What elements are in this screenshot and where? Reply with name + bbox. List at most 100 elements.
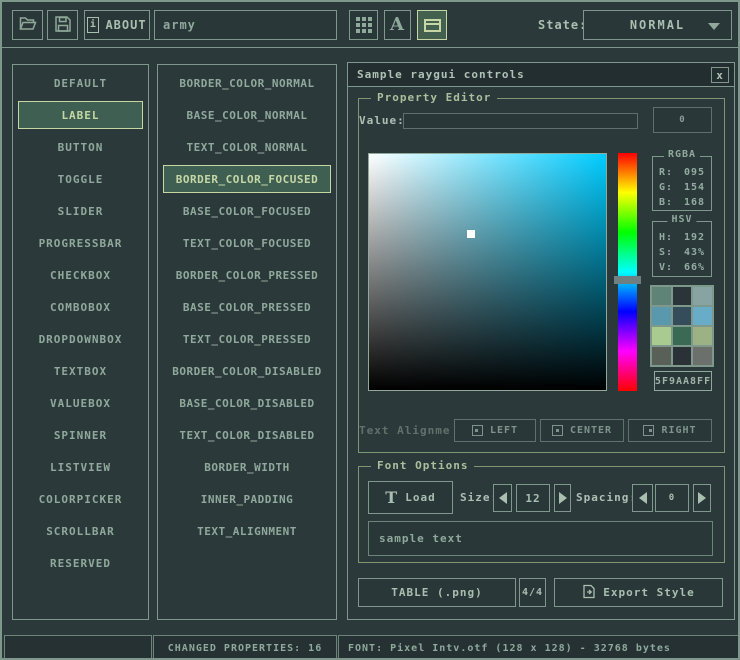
toolbar: i ABOUT A State: NORMAL [2, 2, 738, 48]
hsv-v-row: V: 66% [653, 260, 711, 275]
controls-list-item[interactable]: BUTTON [18, 133, 143, 161]
font-size-decrease-button[interactable] [493, 484, 512, 512]
style-color-swatch[interactable] [652, 287, 671, 305]
align-left-toggle[interactable]: LEFT [454, 419, 536, 442]
property-item-selected[interactable]: BORDER_COLOR_FOCUSED [163, 165, 331, 193]
style-name-input[interactable] [154, 10, 337, 40]
style-color-palette [650, 285, 714, 367]
state-dropdown[interactable]: NORMAL [583, 10, 732, 40]
property-item[interactable]: BASE_COLOR_NORMAL [163, 101, 331, 129]
state-label: State: [538, 18, 587, 32]
controls-view-button[interactable] [417, 10, 447, 40]
controls-list-item[interactable]: CHECKBOX [18, 261, 143, 289]
grid-view-button[interactable] [349, 10, 378, 40]
controls-list-item[interactable]: LISTVIEW [18, 453, 143, 481]
controls-list-item[interactable]: PROGRESSBAR [18, 229, 143, 257]
controls-list-item[interactable]: TEXTBOX [18, 357, 143, 385]
controls-list-item[interactable]: SPINNER [18, 421, 143, 449]
hsv-h-row: H: 192 [653, 230, 711, 245]
open-style-button[interactable] [12, 10, 43, 40]
style-color-swatch[interactable] [673, 287, 692, 305]
hsv-s-row: S: 43% [653, 245, 711, 260]
rgba-group: RGBA R: 095 G: 154 B: 168 [652, 156, 712, 211]
controls-list-item[interactable]: COMBOBOX [18, 293, 143, 321]
style-color-swatch[interactable] [693, 287, 712, 305]
value-input[interactable] [403, 113, 638, 129]
align-right-icon [643, 425, 654, 436]
property-item[interactable]: BORDER_COLOR_PRESSED [163, 261, 331, 289]
font-load-button[interactable]: T Load [368, 481, 453, 514]
sample-text-input[interactable]: sample text [368, 521, 713, 556]
arrow-left-icon [499, 492, 507, 504]
font-load-label: Load [405, 491, 436, 504]
style-color-swatch[interactable] [673, 347, 692, 365]
align-left-label: LEFT [490, 425, 518, 436]
controls-list-item[interactable]: DEFAULT [18, 69, 143, 97]
export-style-button[interactable]: Export Style [554, 578, 723, 607]
property-item[interactable]: BASE_COLOR_PRESSED [163, 293, 331, 321]
controls-list-item[interactable]: VALUEBOX [18, 389, 143, 417]
property-item[interactable]: TEXT_COLOR_NORMAL [163, 133, 331, 161]
table-png-label: TABLE (.png) [391, 586, 482, 599]
rgba-g-row: G: 154 [653, 180, 711, 195]
align-center-icon [552, 425, 563, 436]
font-spacing-increase-button[interactable] [693, 484, 711, 512]
floppy-disk-icon [55, 16, 71, 35]
font-spacing-decrease-button[interactable] [632, 484, 653, 512]
rgba-label: RGBA [664, 149, 700, 160]
controls-list-item[interactable]: COLORPICKER [18, 485, 143, 513]
style-color-swatch[interactable] [693, 327, 712, 345]
controls-list-item-selected[interactable]: LABEL [18, 101, 143, 129]
font-view-button[interactable]: A [384, 10, 411, 40]
style-color-swatch[interactable] [673, 327, 692, 345]
font-size-valuebox[interactable]: 12 [516, 484, 550, 512]
sample-window-titlebar[interactable]: Sample raygui controls x [348, 63, 734, 87]
save-style-button[interactable] [47, 10, 78, 40]
table-png-button[interactable]: TABLE (.png) [358, 578, 516, 607]
font-size-increase-button[interactable] [554, 484, 571, 512]
style-color-swatch[interactable] [673, 307, 692, 325]
style-color-swatch[interactable] [652, 307, 671, 325]
controls-list-item[interactable]: DROPDOWNBOX [18, 325, 143, 353]
controls-list-item[interactable]: SLIDER [18, 197, 143, 225]
style-color-swatch[interactable] [693, 347, 712, 365]
about-button[interactable]: i ABOUT [84, 10, 150, 40]
style-color-swatch[interactable] [693, 307, 712, 325]
align-center-label: CENTER [570, 425, 612, 436]
controls-list-item[interactable]: RESERVED [18, 549, 143, 577]
hue-slider-handle[interactable] [614, 276, 641, 284]
controls-list-item[interactable]: SCROLLBAR [18, 517, 143, 545]
info-icon: i [87, 17, 99, 33]
hex-color-input[interactable]: 5F9AA8FF [654, 371, 712, 391]
property-item[interactable]: TEXT_COLOR_FOCUSED [163, 229, 331, 257]
property-item[interactable]: TEXT_COLOR_DISABLED [163, 421, 331, 449]
style-color-swatch[interactable] [652, 347, 671, 365]
color-picker-panel[interactable] [368, 153, 607, 391]
property-item[interactable]: TEXT_COLOR_PRESSED [163, 325, 331, 353]
property-item[interactable]: BORDER_COLOR_NORMAL [163, 69, 331, 97]
property-item[interactable]: BASE_COLOR_FOCUSED [163, 197, 331, 225]
changed-properties-text: CHANGED PROPERTIES: 16 [168, 643, 322, 654]
property-item[interactable]: BORDER_COLOR_DISABLED [163, 357, 331, 385]
state-dropdown-value: NORMAL [630, 18, 685, 32]
property-item[interactable]: INNER_PADDING [163, 485, 331, 513]
font-info-text: FONT: Pixel Intv.otf (128 x 128) - 32768… [348, 643, 671, 654]
color-picker-cursor[interactable] [467, 230, 475, 238]
close-icon[interactable]: x [711, 67, 729, 83]
property-item[interactable]: BASE_COLOR_DISABLED [163, 389, 331, 417]
font-spacing-valuebox[interactable]: 0 [655, 484, 689, 512]
align-center-toggle[interactable]: CENTER [540, 419, 624, 442]
g-label: G: [659, 182, 673, 193]
property-item[interactable]: BORDER_WIDTH [163, 453, 331, 481]
table-pages-valuebox[interactable]: 4/4 [519, 578, 546, 607]
style-color-swatch[interactable] [652, 327, 671, 345]
hue-slider[interactable] [618, 153, 637, 391]
grid-icon [356, 17, 372, 33]
controls-list-item[interactable]: TOGGLE [18, 165, 143, 193]
v-value: 66% [684, 262, 705, 273]
property-item[interactable]: TEXT_ALIGNMENT [163, 517, 331, 545]
b-value: 168 [684, 197, 705, 208]
chevron-down-icon [708, 23, 720, 30]
align-right-toggle[interactable]: RIGHT [628, 419, 712, 442]
value-button[interactable]: 0 [653, 107, 712, 133]
